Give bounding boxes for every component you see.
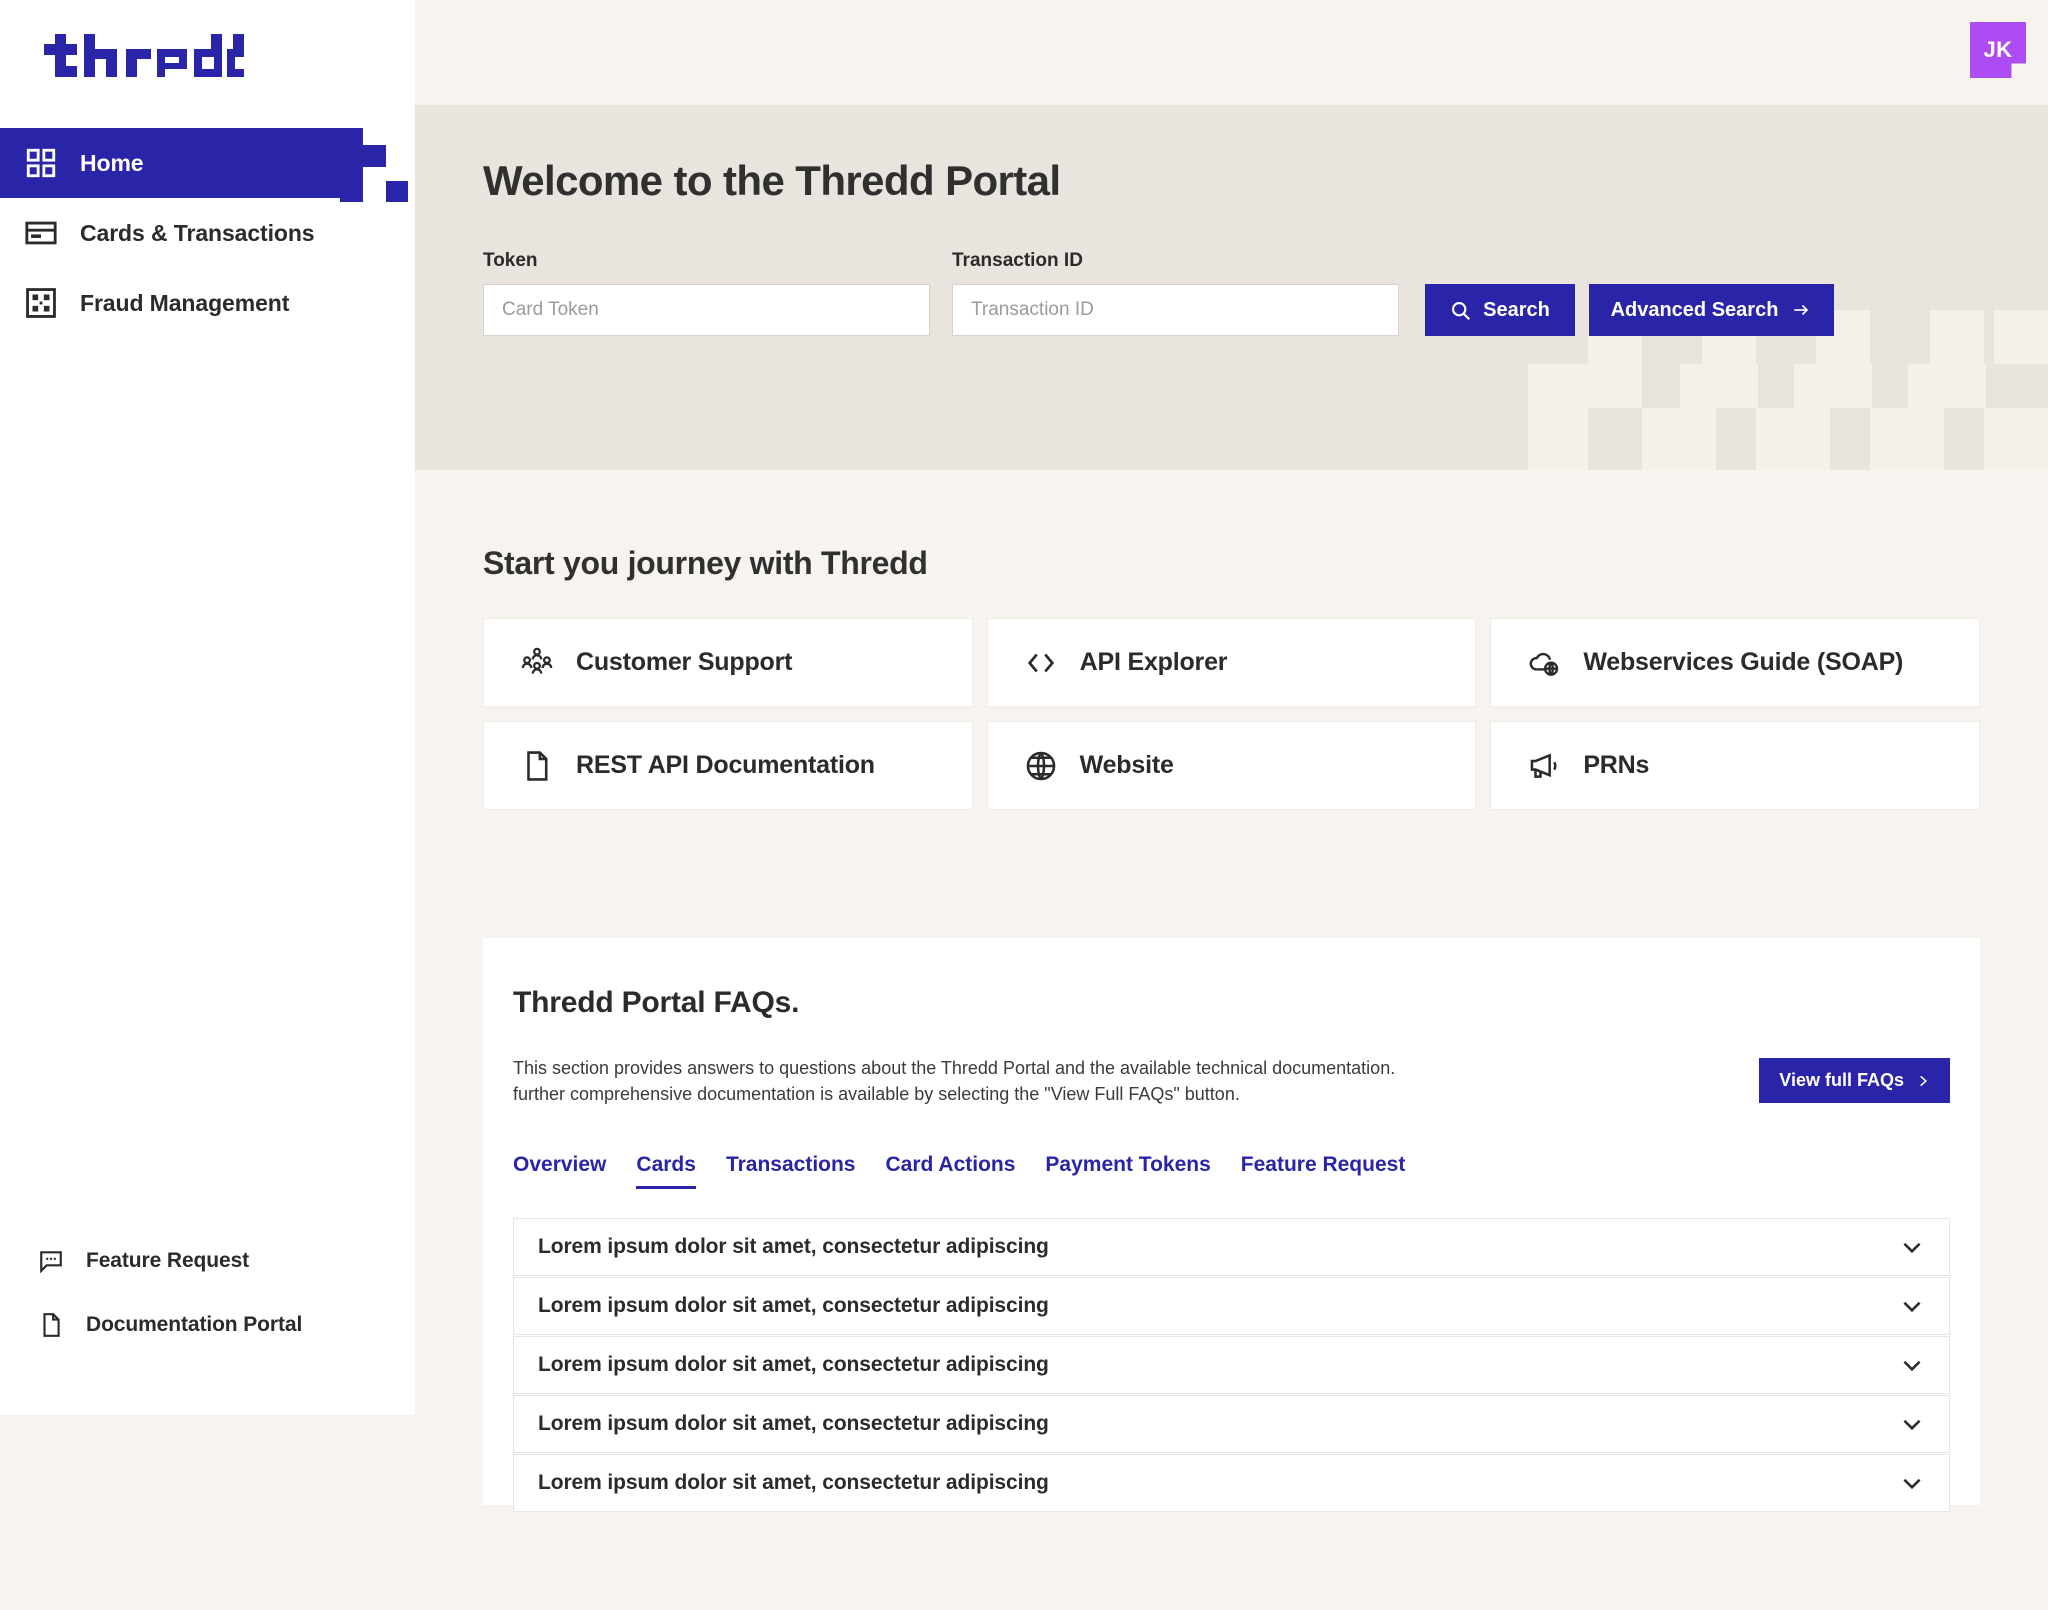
view-full-faqs-button[interactable]: View full FAQs (1759, 1058, 1950, 1103)
fraud-shield-icon (26, 288, 56, 318)
journey-card-label: REST API Documentation (576, 751, 875, 779)
thredd-logo[interactable] (44, 34, 244, 82)
sidebar-item-label: Home (80, 149, 144, 176)
token-label: Token (483, 250, 538, 271)
sidebar-item-documentation-portal[interactable]: Documentation Portal (0, 1293, 415, 1357)
transaction-id-label: Transaction ID (952, 250, 1083, 271)
journey-card-label: Customer Support (576, 648, 793, 676)
document-icon (43, 1313, 60, 1337)
advanced-search-button[interactable]: Advanced Search (1589, 284, 1834, 336)
chevron-down-icon[interactable] (1899, 1352, 1925, 1378)
code-brackets-icon (1027, 653, 1054, 672)
tab-cards[interactable]: Cards (636, 1153, 696, 1189)
journey-card-website[interactable]: Website (986, 721, 1477, 810)
view-full-faqs-label: View full FAQs (1779, 1070, 1904, 1090)
tab-payment-tokens[interactable]: Payment Tokens (1045, 1153, 1210, 1189)
tab-card-actions[interactable]: Card Actions (886, 1153, 1016, 1189)
search-icon (1452, 301, 1471, 320)
faq-accordion-item[interactable]: Lorem ipsum dolor sit amet, consectetur … (513, 1336, 1950, 1394)
sidebar-item-label: Feature Request (86, 1249, 250, 1272)
faq-accordion-item[interactable]: Lorem ipsum dolor sit amet, consectetur … (513, 1454, 1950, 1512)
faq-description: This section provides answers to questio… (513, 1055, 1583, 1107)
journey-card-label: PRNs (1583, 751, 1650, 779)
faq-accordion-item[interactable]: Lorem ipsum dolor sit amet, consectetur … (513, 1395, 1950, 1453)
document-icon (527, 750, 548, 781)
comment-icon (40, 1251, 62, 1274)
active-pixel-decoration (363, 145, 386, 167)
journey-card-prns[interactable]: PRNs (1490, 721, 1980, 810)
page-title: Welcome to the Thredd Portal (483, 157, 1061, 204)
faq-tabs: Overview Cards Transactions Card Actions… (513, 1153, 1405, 1189)
chevron-down-icon[interactable] (1899, 1293, 1925, 1319)
cloud-globe-icon (1529, 652, 1559, 676)
journey-card-label: Website (1079, 751, 1174, 779)
transaction-field-group: Transaction ID (952, 250, 1399, 336)
journey-card-label: Webservices Guide (SOAP) (1583, 648, 1904, 676)
transaction-id-input[interactable] (952, 284, 1399, 336)
sidebar-item-label: Fraud Management (80, 289, 290, 316)
journey-card-api-explorer[interactable]: API Explorer (986, 618, 1477, 707)
card-token-input[interactable] (483, 284, 930, 336)
sidebar-primary-nav: Home Cards & Transactions Fraud Manageme… (0, 128, 415, 338)
journey-card-webservices-guide[interactable]: Webservices Guide (SOAP) (1490, 618, 1980, 707)
faq-accordion-item[interactable]: Lorem ipsum dolor sit amet, consectetur … (513, 1277, 1950, 1335)
arrow-right-icon (1794, 304, 1809, 316)
journey-card-rest-api-documentation[interactable]: REST API Documentation (483, 721, 973, 810)
grid-icon (26, 148, 56, 178)
sidebar-item-fraud-management[interactable]: Fraud Management (0, 268, 415, 338)
faq-question: Lorem ipsum dolor sit amet, consectetur … (538, 1294, 1049, 1317)
faq-panel: Thredd Portal FAQs. This section provide… (483, 938, 1980, 1512)
people-group-icon (521, 647, 553, 674)
chevron-down-icon[interactable] (1899, 1234, 1925, 1260)
advanced-search-label: Advanced Search (1610, 298, 1779, 321)
faq-accordion: Lorem ipsum dolor sit amet, consectetur … (513, 1218, 1950, 1513)
tab-overview[interactable]: Overview (513, 1153, 606, 1189)
chevron-down-icon[interactable] (1899, 1470, 1925, 1496)
faq-question: Lorem ipsum dolor sit amet, consectetur … (538, 1471, 1049, 1494)
sidebar-item-cards-transactions[interactable]: Cards & Transactions (0, 198, 415, 268)
page-root: JK Home Cards & Transactions Fraud Manag… (0, 0, 2048, 1610)
sidebar-item-label: Documentation Portal (86, 1313, 303, 1336)
token-field-group: Token (483, 250, 930, 336)
faq-question: Lorem ipsum dolor sit amet, consectetur … (538, 1353, 1049, 1376)
chevron-down-icon[interactable] (1899, 1411, 1925, 1437)
search-form: Token Transaction ID Search Advanced Sea… (483, 250, 1834, 336)
credit-card-icon (25, 221, 57, 245)
avatar-initials: JK (1983, 37, 2013, 62)
journey-card-customer-support[interactable]: Customer Support (483, 618, 973, 707)
faq-question: Lorem ipsum dolor sit amet, consectetur … (538, 1412, 1049, 1435)
sidebar-item-feature-request[interactable]: Feature Request (0, 1229, 415, 1293)
megaphone-icon (1531, 752, 1557, 778)
faq-description-line1: This section provides answers to questio… (513, 1058, 1396, 1078)
sidebar-secondary-nav: Feature Request Documentation Portal (0, 1229, 415, 1357)
main-content: Welcome to the Thredd Portal Token Trans… (415, 0, 2048, 1610)
faq-title: Thredd Portal FAQs. (513, 986, 800, 1019)
faq-description-line2: further comprehensive documentation is a… (513, 1084, 1240, 1105)
hero-banner: Welcome to the Thredd Portal Token Trans… (415, 105, 2048, 470)
faq-question: Lorem ipsum dolor sit amet, consectetur … (538, 1235, 1049, 1258)
tab-transactions[interactable]: Transactions (726, 1153, 856, 1189)
sidebar: Home Cards & Transactions Fraud Manageme… (0, 0, 415, 1415)
search-button[interactable]: Search (1425, 284, 1575, 336)
sidebar-item-home[interactable]: Home (0, 128, 408, 202)
chevron-right-icon (1920, 1075, 1928, 1086)
journey-section-title: Start you journey with Thredd (483, 545, 928, 581)
faq-accordion-item[interactable]: Lorem ipsum dolor sit amet, consectetur … (513, 1218, 1950, 1276)
journey-card-label: API Explorer (1079, 648, 1228, 676)
tab-feature-request[interactable]: Feature Request (1241, 1153, 1406, 1189)
search-button-label: Search (1483, 298, 1550, 321)
journey-cards-grid: Customer Support API Explorer Webservice… (483, 618, 1980, 810)
sidebar-item-label: Cards & Transactions (80, 219, 315, 246)
globe-icon (1026, 751, 1055, 780)
